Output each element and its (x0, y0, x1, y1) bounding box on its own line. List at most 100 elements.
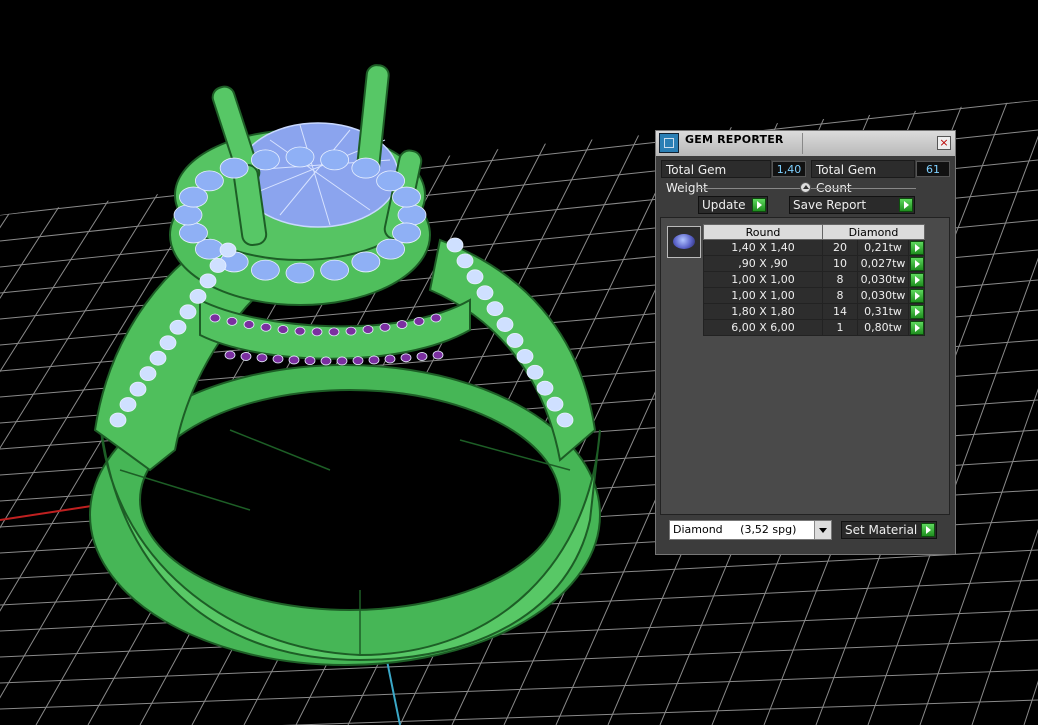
row-action-cell[interactable] (908, 303, 925, 320)
gem-stone (311, 327, 323, 337)
material-select-value: Diamond (3,52 spg) (673, 523, 797, 536)
gem-stone (119, 397, 137, 412)
gem-stone (413, 316, 425, 326)
gem-stone (430, 313, 442, 323)
gem-table: Round Diamond 1,40 X 1,40 20 0,21tw ,90 X ,… (703, 224, 925, 336)
grid-line (0, 100, 85, 725)
gem-weight-cell: 0,80tw (857, 319, 909, 336)
table-row[interactable]: 1,40 X 1,40 20 0,21tw (703, 239, 925, 256)
gem-stone (149, 350, 167, 366)
3d-viewport[interactable]: GEM REPORTER × Total Gem Weight 1,40 Tot… (0, 0, 1038, 725)
save-report-button[interactable]: Save Report (789, 196, 915, 214)
gem-stone (432, 350, 444, 360)
set-material-button[interactable]: Set Material (841, 521, 937, 539)
table-row[interactable]: 1,00 X 1,00 8 0,030tw (703, 287, 925, 304)
gem-stone (285, 146, 315, 168)
gem-size-cell: 1,00 X 1,00 (703, 271, 823, 288)
update-button-label: Update (702, 198, 746, 212)
table-row[interactable]: 6,00 X 6,00 1 0,80tw (703, 319, 925, 336)
gem-stone (272, 354, 284, 364)
row-action-cell[interactable] (908, 271, 925, 288)
chevron-down-icon[interactable] (814, 521, 831, 539)
round-gem-thumbnail[interactable] (667, 226, 701, 258)
row-action-cell[interactable] (908, 239, 925, 256)
total-gem-weight-value: 1,40 (772, 161, 806, 177)
gem-stone (288, 355, 300, 365)
gem-stone (240, 352, 252, 361)
gem-stone (368, 355, 380, 365)
gem-stone (209, 313, 221, 323)
grid-line (0, 100, 41, 725)
gem-stone (546, 396, 564, 412)
grid-line (1023, 100, 1038, 725)
gem-stone (345, 326, 357, 336)
gem-weight-cell: 0,030tw (857, 271, 909, 288)
gem-stone (219, 157, 249, 179)
gem-stone (362, 325, 374, 334)
material-select[interactable]: Diamond (3,52 spg) (669, 520, 832, 540)
column-header-shape: Round (703, 224, 823, 240)
play-icon (752, 198, 766, 212)
gem-stone (376, 238, 406, 260)
gem-stone (250, 149, 280, 171)
play-icon[interactable] (910, 257, 924, 271)
gem-stone (173, 204, 203, 226)
gem-stone (400, 353, 412, 363)
panel-slider-knob[interactable] (800, 182, 811, 193)
gem-weight-cell: 0,31tw (857, 303, 909, 320)
gem-size-cell: 6,00 X 6,00 (703, 319, 823, 336)
update-button[interactable]: Update (698, 196, 768, 214)
play-icon[interactable] (910, 321, 924, 335)
gem-stone (256, 353, 268, 363)
gem-stone (243, 320, 255, 329)
row-action-cell[interactable] (908, 319, 925, 336)
set-material-button-label: Set Material (845, 523, 918, 537)
gem-weight-cell: 0,21tw (857, 239, 909, 256)
gem-stone (320, 149, 350, 171)
gem-stone (446, 237, 464, 253)
row-action-cell[interactable] (908, 287, 925, 304)
gem-stone (351, 157, 381, 179)
play-icon[interactable] (910, 289, 924, 303)
gem-stone (397, 204, 427, 226)
grid-line (0, 639, 1038, 684)
play-icon[interactable] (910, 273, 924, 287)
row-action-cell[interactable] (908, 255, 925, 272)
gem-stone (476, 285, 494, 301)
close-icon[interactable]: × (937, 136, 951, 150)
gem-stone (536, 380, 554, 396)
gem-stone (250, 259, 280, 281)
gem-stone (294, 326, 306, 336)
gem-stone (328, 327, 340, 337)
gem-size-cell: 1,00 X 1,00 (703, 287, 823, 304)
panel-titlebar[interactable]: GEM REPORTER × (656, 131, 955, 156)
gem-stone (209, 258, 227, 273)
gem-stone (556, 412, 574, 428)
ring-model[interactable] (89, 64, 601, 666)
gem-stone (320, 356, 332, 366)
gem-stone (277, 325, 289, 334)
grid-line (0, 669, 1038, 710)
play-icon[interactable] (910, 241, 924, 255)
gem-weight-cell: 0,027tw (857, 255, 909, 272)
play-icon (899, 198, 913, 212)
gem-stone (179, 222, 208, 244)
gem-stone (396, 320, 408, 329)
table-row[interactable]: 1,00 X 1,00 8 0,030tw (703, 271, 925, 288)
total-gem-count-value: 61 (916, 161, 950, 177)
gem-stone (392, 186, 421, 208)
table-row[interactable]: ,90 X ,90 10 0,027tw (703, 255, 925, 272)
gem-stone (139, 366, 157, 382)
gem-stone (129, 381, 147, 397)
gem-reporter-panel[interactable]: GEM REPORTER × Total Gem Weight 1,40 Tot… (655, 130, 956, 555)
ring-band-inner (139, 389, 561, 611)
gem-stone (199, 273, 217, 289)
gem-stone (486, 301, 504, 317)
gem-stone (456, 253, 474, 269)
gem-list-area[interactable]: Round Diamond 1,40 X 1,40 20 0,21tw ,90 X ,… (660, 217, 950, 515)
play-icon (921, 523, 935, 537)
grid-line (0, 699, 1038, 725)
table-row[interactable]: 1,80 X 1,80 14 0,31tw (703, 303, 925, 320)
play-icon[interactable] (910, 305, 924, 319)
gem-stone (159, 335, 177, 351)
